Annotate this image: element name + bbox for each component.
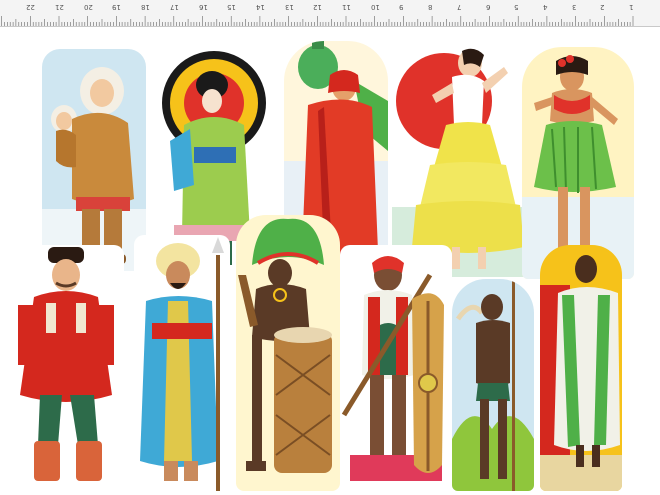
- figure-man-in-white-toga: [540, 245, 622, 491]
- ruler-label: 14: [255, 3, 265, 11]
- ruler-label: 22: [26, 3, 36, 11]
- ruler-ticks: [1, 16, 634, 26]
- figure-drummer-with-feather-headdress: [236, 215, 340, 491]
- ruler-label: 21: [55, 3, 64, 11]
- ruler-label: 9: [399, 3, 404, 11]
- ruler-label: 12: [313, 3, 323, 11]
- ruler-label: 13: [284, 3, 294, 11]
- figure-arctic-mother-with-child: [42, 49, 146, 271]
- ruler-label: 16: [198, 3, 208, 11]
- figure-flamenco-dancer: [392, 37, 528, 277]
- measuring-ruler: 1 2 3 4 5 6 7 8 9 10 11 12 13 14 15 16 17 18 19 20 21 22: [0, 0, 660, 27]
- ruler-label: 11: [342, 3, 351, 11]
- ruler-label: 20: [83, 3, 93, 11]
- ruler-label: 2: [600, 3, 605, 11]
- figure-turbaned-man-with-spear: [134, 235, 230, 491]
- ruler-label: 17: [169, 3, 179, 11]
- ruler-label: 18: [141, 3, 151, 11]
- figure-man-with-shield-and-spear: [340, 245, 452, 491]
- ruler-label: 4: [542, 3, 548, 11]
- ruler-label: 8: [428, 3, 433, 11]
- figure-warrior-with-horn: [452, 279, 534, 491]
- sticker-sheet: [0, 27, 660, 495]
- ruler-label: 15: [227, 3, 237, 11]
- figure-cossack-man: [12, 245, 124, 491]
- ruler-label: 3: [571, 3, 577, 11]
- ruler-label: 10: [370, 3, 380, 11]
- ruler-label: 1: [629, 3, 634, 11]
- ruler-label: 19: [112, 3, 122, 11]
- ruler-label: 7: [456, 3, 462, 11]
- ruler-label: 5: [514, 3, 519, 11]
- ruler-label: 6: [485, 3, 490, 11]
